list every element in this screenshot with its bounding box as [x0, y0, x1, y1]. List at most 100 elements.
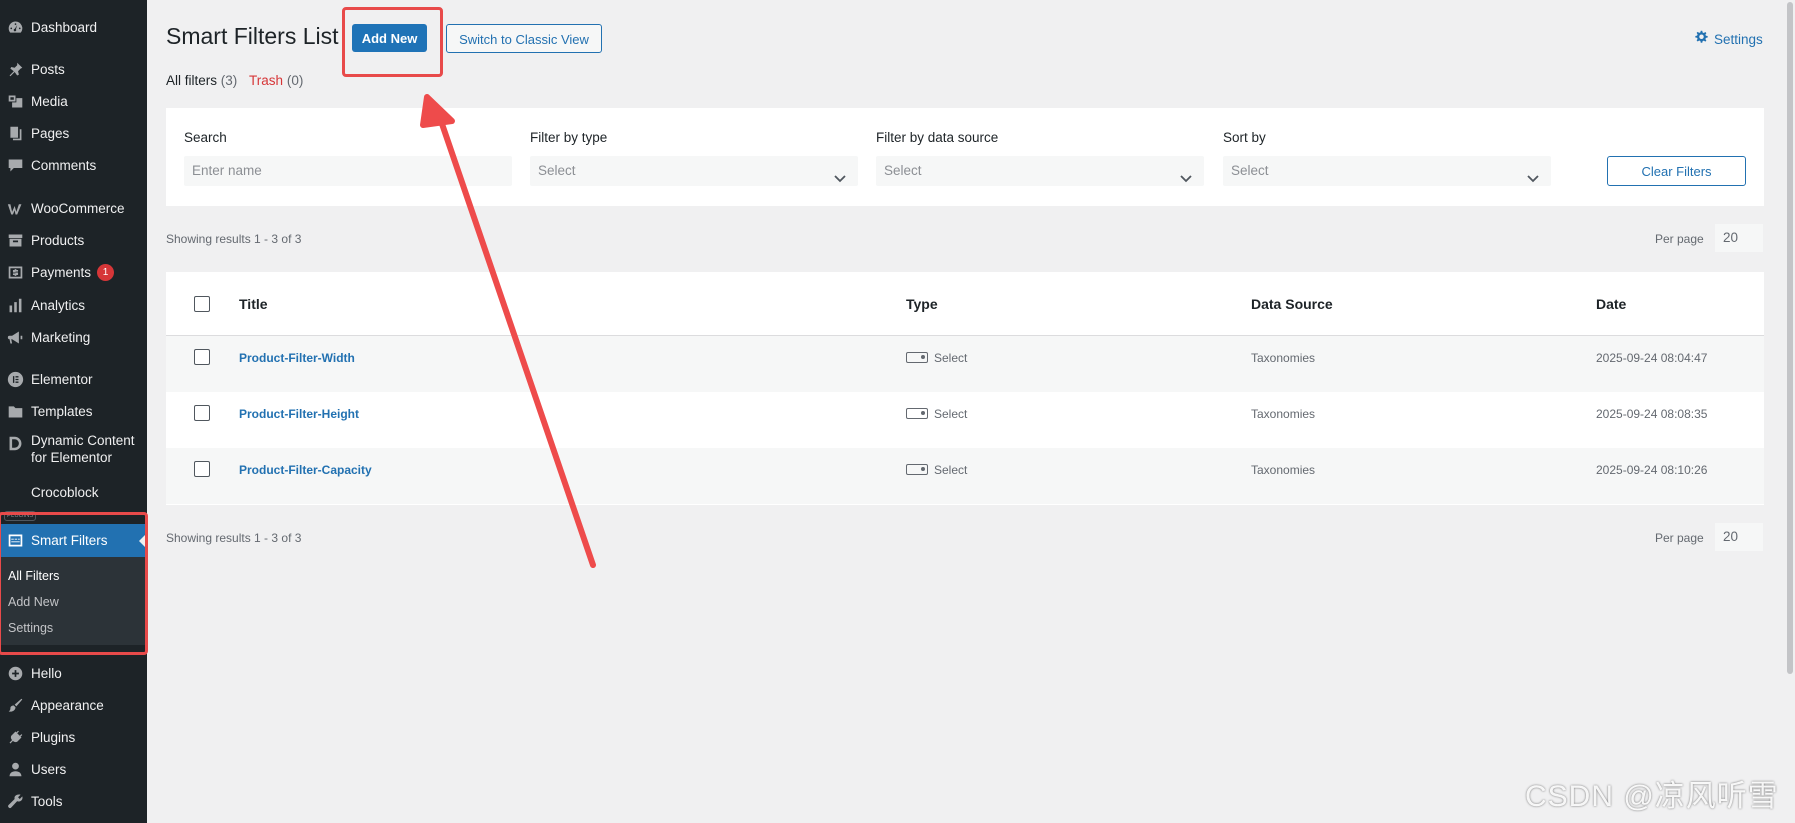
- plus-circle-icon: [6, 664, 25, 683]
- megaphone-icon: [6, 328, 25, 347]
- filter-title-link[interactable]: Product-Filter-Height: [239, 407, 359, 421]
- dce-icon: [6, 434, 25, 453]
- media-icon: [6, 92, 25, 111]
- column-header-title[interactable]: Title: [239, 296, 268, 312]
- sidebar-item-products[interactable]: Products: [0, 226, 147, 254]
- elementor-icon: [6, 370, 25, 389]
- chevron-down-icon: [1180, 165, 1192, 183]
- submenu-all-filters[interactable]: All Filters: [8, 569, 59, 583]
- add-new-button[interactable]: Add New: [352, 24, 427, 52]
- search-label: Search: [184, 130, 227, 145]
- column-header-type[interactable]: Type: [906, 296, 938, 312]
- select-type-icon: [906, 352, 928, 364]
- trash-link[interactable]: Trash (0): [249, 73, 303, 88]
- sidebar-item-media[interactable]: Media: [0, 87, 147, 115]
- filter-panel: Search Enter name Filter by type Select …: [166, 108, 1764, 206]
- folder-icon: [6, 402, 25, 421]
- per-page-input-top[interactable]: 20: [1715, 224, 1763, 252]
- select-all-checkbox[interactable]: [194, 296, 210, 312]
- wrench-icon: [6, 792, 25, 811]
- chevron-down-icon: [834, 165, 846, 183]
- filter-type-label: Filter by type: [530, 130, 608, 145]
- settings-label: Settings: [1714, 31, 1763, 47]
- sidebar-item-pages[interactable]: Pages: [0, 119, 147, 147]
- date-cell: 2025-09-24 08:04:47: [1596, 351, 1708, 365]
- table-header: Title Type Data Source Date: [166, 272, 1764, 336]
- filter-title-link[interactable]: Product-Filter-Width: [239, 351, 355, 365]
- row-checkbox[interactable]: [194, 349, 210, 365]
- sidebar-item-templates[interactable]: Templates: [0, 397, 147, 425]
- sidebar-item-label: Products: [31, 232, 85, 248]
- woocommerce-icon: [6, 199, 25, 218]
- filter-type-select[interactable]: Select: [530, 156, 858, 186]
- table-row: Product-Filter-Capacity Select Taxonomie…: [166, 448, 1764, 504]
- bar-chart-icon: [6, 296, 25, 315]
- switch-classic-view-button[interactable]: Switch to Classic View: [446, 24, 602, 53]
- all-filters-count: (3): [220, 73, 238, 88]
- jet-icon: [6, 531, 25, 550]
- sidebar-item-smart-filters[interactable]: Smart Filters: [0, 524, 147, 557]
- filter-source-value: Select: [884, 163, 922, 178]
- submenu-settings[interactable]: Settings: [8, 621, 53, 635]
- sidebar-item-label: Comments: [31, 157, 97, 173]
- sidebar-item-hello[interactable]: Hello: [0, 659, 147, 687]
- sidebar-item-appearance[interactable]: Appearance: [0, 691, 147, 719]
- sort-by-select[interactable]: Select: [1223, 156, 1551, 186]
- sidebar-item-payments[interactable]: Payments 1: [0, 258, 147, 286]
- per-page-input-bottom[interactable]: 20: [1715, 523, 1763, 551]
- sidebar-item-label: Payments: [31, 264, 92, 280]
- settings-link[interactable]: Settings: [1694, 30, 1763, 48]
- filter-type-cell: Select: [906, 407, 967, 421]
- sidebar-item-marketing[interactable]: Marketing: [0, 323, 147, 351]
- sidebar-item-analytics[interactable]: Analytics: [0, 291, 147, 319]
- sidebar-item-comments[interactable]: Comments: [0, 151, 147, 179]
- crocoblock-icon: [6, 483, 25, 502]
- comment-icon: [6, 156, 25, 175]
- sidebar-item-label: Dashboard: [31, 19, 98, 35]
- chevron-down-icon: [1527, 165, 1539, 183]
- select-type-icon: [906, 408, 928, 420]
- sidebar-item-label: WooCommerce: [31, 200, 125, 216]
- sidebar-item-label: Pages: [31, 125, 70, 141]
- filter-type-text: Select: [934, 463, 968, 477]
- all-filters-link[interactable]: All filters (3): [166, 73, 237, 88]
- sidebar-item-label: Hello: [31, 665, 62, 681]
- sidebar-item-users[interactable]: Users: [0, 755, 147, 783]
- filter-source-select[interactable]: Select: [876, 156, 1204, 186]
- filter-title-link[interactable]: Product-Filter-Capacity: [239, 463, 372, 477]
- smart-filters-submenu: All Filters Add New Settings: [0, 557, 147, 645]
- filter-type-cell: Select: [906, 351, 967, 365]
- column-header-date[interactable]: Date: [1596, 296, 1626, 312]
- clear-filters-button[interactable]: Clear Filters: [1607, 156, 1746, 186]
- date-cell: 2025-09-24 08:08:35: [1596, 407, 1708, 421]
- sidebar-item-dashboard[interactable]: Dashboard: [0, 13, 147, 41]
- page-title: Smart Filters List: [166, 23, 339, 49]
- sidebar-item-label: Posts: [31, 61, 65, 77]
- dashboard-icon: [6, 18, 25, 37]
- table-row: Product-Filter-Height Select Taxonomies …: [166, 392, 1764, 448]
- user-icon: [6, 760, 25, 779]
- sidebar-item-label: Templates: [31, 403, 93, 419]
- data-source-cell: Taxonomies: [1251, 463, 1316, 477]
- payment-icon: [6, 263, 25, 282]
- sidebar-item-crocoblock[interactable]: Crocoblock: [0, 478, 147, 506]
- sidebar-item-elementor[interactable]: Elementor: [0, 365, 147, 393]
- sidebar-item-label: Appearance: [31, 697, 104, 713]
- sidebar-item-plugins[interactable]: Plugins: [0, 723, 147, 751]
- filter-type-value: Select: [538, 163, 576, 178]
- row-checkbox[interactable]: [194, 405, 210, 421]
- sidebar-item-dynamic-content[interactable]: Dynamic Content for Elementor: [0, 432, 147, 472]
- sidebar-item-tools[interactable]: Tools: [0, 787, 147, 815]
- date-cell: 2025-09-24 08:10:26: [1596, 463, 1708, 477]
- row-checkbox[interactable]: [194, 461, 210, 477]
- sidebar-item-woocommerce[interactable]: WooCommerce: [0, 194, 147, 222]
- search-input[interactable]: Enter name: [184, 156, 512, 186]
- sidebar-item-posts[interactable]: Posts: [0, 55, 147, 83]
- brush-icon: [6, 696, 25, 715]
- data-source-cell: Taxonomies: [1251, 351, 1316, 365]
- filter-type-cell: Select: [906, 463, 967, 477]
- sidebar-item-label: Users: [31, 761, 67, 777]
- scrollbar-thumb[interactable]: [1787, 2, 1793, 674]
- submenu-add-new[interactable]: Add New: [8, 595, 59, 609]
- column-header-data-source[interactable]: Data Source: [1251, 296, 1333, 312]
